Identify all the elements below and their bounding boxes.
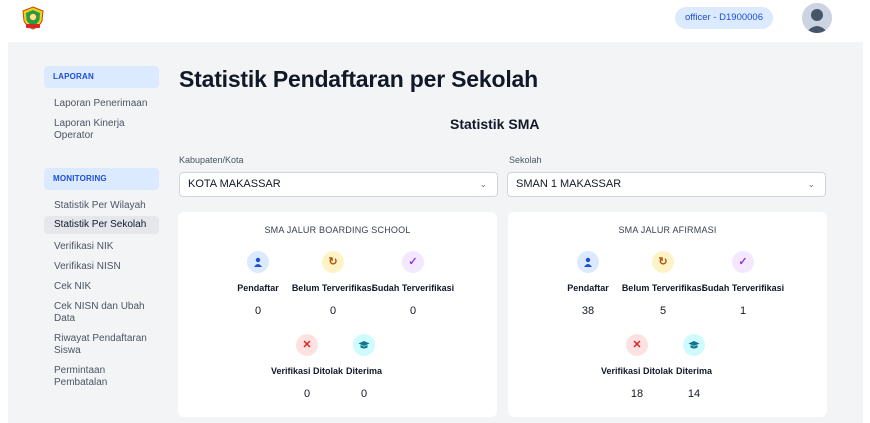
close-icon: ✕	[626, 334, 648, 356]
sidebar-section-monitoring: MONITORING	[44, 168, 159, 190]
stat-sudah-terverifikasi: ✓ Sudah Terverifikasi 0	[368, 251, 458, 317]
stat-card-afirmasi: SMA JALUR AFIRMASI Pendaftar 38 ↻ Belum …	[508, 212, 827, 417]
stat-value: 14	[687, 388, 701, 400]
stat-value: 0	[329, 305, 337, 317]
sekolah-select[interactable]: SMAN 1 MAKASSAR ⌄	[507, 172, 826, 197]
card-title: SMA JALUR BOARDING SCHOOL	[264, 225, 411, 235]
sekolah-selected-value: SMAN 1 MAKASSAR	[516, 178, 622, 190]
stat-diterima: Diterima 0	[319, 334, 409, 400]
close-icon: ✕	[296, 334, 318, 356]
stat-label: Diterima	[345, 365, 382, 376]
province-emblem-logo[interactable]	[20, 5, 46, 31]
stat-sudah-terverifikasi: ✓ Sudah Terverifikasi 1	[698, 251, 788, 317]
refresh-icon: ↻	[322, 251, 344, 273]
chevron-down-icon: ⌄	[807, 179, 815, 189]
stat-value: 0	[409, 305, 417, 317]
stat-label: Sudah Terverifikasi	[701, 282, 785, 293]
refresh-icon: ↻	[652, 251, 674, 273]
kabupaten-label: Kabupaten/Kota	[179, 155, 244, 165]
sidebar-item-riwayat-pendaftaran-siswa[interactable]: Riwayat Pendaftaran Siswa	[44, 333, 154, 357]
stat-value: 0	[360, 388, 368, 400]
kabupaten-selected-value: KOTA MAKASSAR	[188, 178, 281, 190]
page-title: Statistik Pendaftaran per Sekolah	[179, 66, 538, 92]
stat-value: 1	[739, 305, 747, 317]
sidebar-item-cek-nik[interactable]: Cek NIK	[44, 281, 159, 293]
graduation-cap-icon	[353, 334, 375, 356]
sidebar-item-verifikasi-nisn[interactable]: Verifikasi NISN	[44, 261, 159, 273]
sidebar: LAPORAN Laporan Penerimaan Laporan Kiner…	[44, 66, 159, 389]
user-icon	[247, 251, 269, 273]
user-account-badge[interactable]: officer - D1900006	[675, 7, 773, 29]
sidebar-item-cek-nisn-ubah-data[interactable]: Cek NISN dan Ubah Data	[44, 301, 154, 325]
sidebar-item-laporan-kinerja-operator[interactable]: Laporan Kinerja Operator	[44, 118, 154, 142]
sidebar-item-statistik-per-wilayah[interactable]: Statistik Per Wilayah	[44, 200, 159, 212]
kabupaten-select[interactable]: KOTA MAKASSAR ⌄	[179, 172, 498, 197]
stat-label: Belum Terverifikasi	[621, 282, 705, 293]
stat-belum-terverifikasi: ↻ Belum Terverifikasi 0	[288, 251, 378, 317]
stat-card-boarding-school: SMA JALUR BOARDING SCHOOL Pendaftar 0 ↻ …	[178, 212, 497, 417]
avatar[interactable]	[802, 3, 832, 33]
stat-label: Diterima	[675, 365, 712, 376]
sidebar-item-laporan-penerimaan[interactable]: Laporan Penerimaan	[44, 98, 159, 110]
sidebar-item-statistik-per-sekolah[interactable]: Statistik Per Sekolah	[44, 216, 159, 234]
sidebar-item-permintaan-pembatalan[interactable]: Permintaan Pembatalan	[44, 365, 154, 389]
stat-label: Sudah Terverifikasi	[371, 282, 455, 293]
sidebar-section-laporan: LAPORAN	[44, 66, 159, 88]
check-icon: ✓	[732, 251, 754, 273]
check-icon: ✓	[402, 251, 424, 273]
user-icon	[577, 251, 599, 273]
stat-label: Belum Terverifikasi	[291, 282, 375, 293]
sekolah-label: Sekolah	[509, 155, 542, 165]
stat-diterima: Diterima 14	[649, 334, 739, 400]
section-subtitle: Statistik SMA	[450, 116, 540, 132]
top-bar: officer - D1900006	[0, 0, 870, 36]
graduation-cap-icon	[683, 334, 705, 356]
sidebar-item-verifikasi-nik[interactable]: Verifikasi NIK	[44, 241, 159, 253]
chevron-down-icon: ⌄	[479, 179, 487, 189]
stat-belum-terverifikasi: ↻ Belum Terverifikasi 5	[618, 251, 708, 317]
stat-value: 5	[659, 305, 667, 317]
card-title: SMA JALUR AFIRMASI	[618, 225, 717, 235]
